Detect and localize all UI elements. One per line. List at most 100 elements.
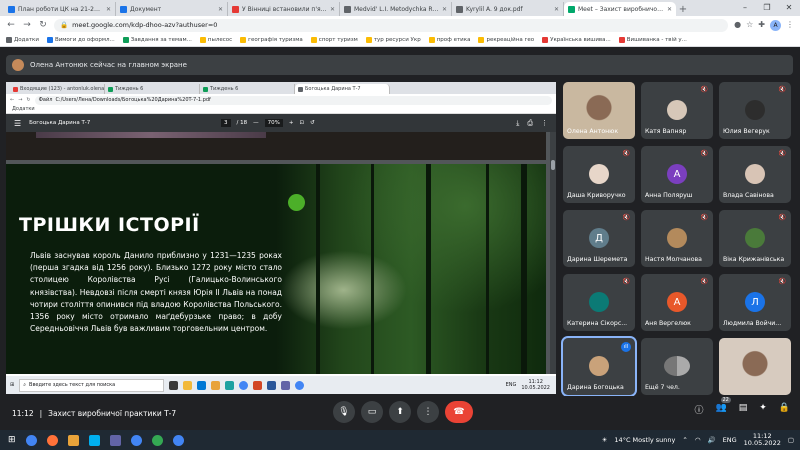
present-button[interactable]: ⬆ [389,401,411,423]
participants-button[interactable]: 👥 22 [715,397,731,416]
participant-tile[interactable]: Д 🔇 Дарина Шеремета [563,210,635,267]
volume-icon[interactable]: 🔊 [708,436,716,444]
forward-icon[interactable]: → [22,20,32,30]
browser-tab[interactable]: Meet – Захист виробничої... ✕ [564,2,676,16]
taskbar-chrome4-icon[interactable] [172,434,184,446]
mic-off-icon: 🔇 [622,214,630,221]
people-icon: 👥 [715,403,727,413]
shared-powerpoint-icon [253,380,263,390]
presenter-avatar [12,59,24,71]
taskbar-teams-icon[interactable] [109,434,121,446]
bookmark-item[interactable]: тур ресурси Укр [365,37,421,43]
browser-tab[interactable]: Medvid' L.I. Metodychka RH_201...✕ [340,2,452,16]
tab-close-icon[interactable]: ✕ [667,6,672,13]
windows-clock[interactable]: 11:12 10.05.2022 [744,433,781,447]
bookmark-icon [618,37,625,43]
browser-tab[interactable]: Kyrylil A. 9 док.pdf ✕ [452,2,564,16]
microphone-button[interactable]: 🎙 [333,401,355,423]
hang-up-icon: ☎ [453,407,465,417]
tab-close-icon[interactable]: ✕ [554,6,559,13]
taskbar-chrome-icon[interactable] [25,434,37,446]
participant-tile[interactable]: А 🔇 Анна Поляруш [641,146,713,203]
url-field[interactable]: 🔒 meet.google.com/kdp-dhoo-azv?authuser=… [54,18,729,32]
more-options-button[interactable]: ⋮ [417,401,439,423]
reload-icon[interactable]: ↻ [38,20,48,30]
shared-clock: 11:12 10.05.2022 [521,379,550,391]
tab-close-icon[interactable]: ✕ [330,6,335,13]
maximize-button[interactable]: ❐ [756,0,778,16]
participant-tile[interactable]: 🔇 Катя Вапняр [641,82,713,139]
more-icon: ⋮ [423,407,433,417]
wifi-icon[interactable]: ◠ [695,436,701,444]
shared-search-text: Введите здесь текст для поиска [29,382,116,388]
tab-close-icon[interactable]: ✕ [218,6,223,13]
browser-tab[interactable]: План роботи ЦК на 21-22н.р. ✕ [4,2,116,16]
tray-chevron-icon[interactable]: ⌃ [682,436,687,444]
chat-icon[interactable]: ▤ [739,403,748,416]
extensions-icon[interactable]: ✚ [758,20,765,31]
close-button[interactable]: ✕ [778,0,800,16]
bookmark-label: рекреаційна гео [486,37,535,43]
weather-text: 14°C Mostly sunny [614,436,676,444]
tab-favicon-icon [232,5,239,13]
tab-close-icon[interactable]: ✕ [106,6,111,13]
bookmark-item[interactable]: Вимоги до оформл... [46,37,115,43]
bookmark-item[interactable]: географія туризма [240,37,303,43]
browser-tab[interactable]: Документ ✕ [116,2,228,16]
bookmark-item[interactable]: Додатки [6,37,39,43]
shared-chrome-icon [239,380,249,390]
bookmark-label: пылесос [207,37,233,43]
host-controls-icon[interactable]: 🔒 [779,403,790,416]
browser-tab[interactable]: У Вінниці встановили п'ять таб...✕ [228,2,340,16]
menu-icon[interactable]: ⋮ [786,20,794,31]
participant-tile[interactable]: 🔇 Влада Савінова [719,146,791,203]
profile-avatar[interactable]: А [770,19,781,31]
meeting-info-icon[interactable]: ⓘ [694,403,703,416]
taskbar-firefox-icon[interactable] [46,434,58,446]
taskbar-chrome2-icon[interactable] [130,434,142,446]
participant-tile[interactable]: Олена Антонюк [563,82,635,139]
pdf-title: Богоцька Дарина Т-7 [29,120,91,126]
notifications-icon[interactable]: ▢ [788,436,794,444]
camera-button[interactable]: ▭ [361,401,383,423]
taskbar-skype-icon[interactable] [88,434,100,446]
bookmark-item[interactable]: Українська вишива... [542,37,611,43]
bookmark-item[interactable]: пылесос [199,37,233,43]
participant-tile[interactable]: А 🔇 Аня Вергелюк [641,274,713,331]
participant-tile[interactable]: 🔇 Віка Крижанівська [719,210,791,267]
participant-name: Катерина Сікорс... [567,320,628,327]
shared-tab-label: Тиждень 6 [210,86,239,92]
windows-start-icon[interactable]: ⊞ [8,435,16,445]
camera-status-icon[interactable]: ● [734,20,741,31]
bookmark-item[interactable]: Завдання за темам... [122,37,192,43]
participant-tile[interactable]: Л 🔇 Людмила Войчи... [719,274,791,331]
bookmark-item[interactable]: Вишиванка - твій у... [618,37,687,43]
bookmark-item[interactable]: проф етика [428,37,470,43]
shared-forward-icon: → [18,97,23,103]
bookmark-star-icon[interactable]: ☆ [746,20,753,31]
shared-word-icon [267,380,277,390]
shared-address-bar: ← → ↻ Файл C:/Users/Лена/Downloads/Богоц… [6,94,556,106]
back-icon[interactable]: ← [6,20,16,30]
participant-avatar [589,292,609,312]
bookmark-icon [542,37,549,43]
activities-icon[interactable]: ✦ [759,403,767,416]
participant-tile[interactable]: 🔇 Настя Молчанова [641,210,713,267]
bookmark-item[interactable]: спорт туризм [310,37,358,43]
new-tab-button[interactable]: + [676,2,690,16]
windows-lang[interactable]: ENG [723,436,737,444]
participant-avatar [664,356,690,376]
participant-tile[interactable]: Ещё 7 чел. [641,338,713,395]
participant-tile[interactable]: 🔇 Даша Криворучко [563,146,635,203]
bookmark-item[interactable]: рекреаційна гео [478,37,534,43]
participant-tile[interactable]: ıll Дарина Богоцька [561,336,637,397]
participant-tile[interactable]: 🔇 Юлия Вегерук [719,82,791,139]
participant-tile[interactable]: 🔇 Катерина Сікорс... [563,274,635,331]
taskbar-explorer-icon[interactable] [67,434,79,446]
tab-close-icon[interactable]: ✕ [442,6,447,13]
taskbar-chrome3-icon[interactable] [151,434,163,446]
participant-tile[interactable] [719,338,791,395]
tab-label: Meet – Захист виробничої... [578,5,664,13]
hang-up-button[interactable]: ☎ [445,401,473,423]
minimize-button[interactable]: – [734,0,756,16]
